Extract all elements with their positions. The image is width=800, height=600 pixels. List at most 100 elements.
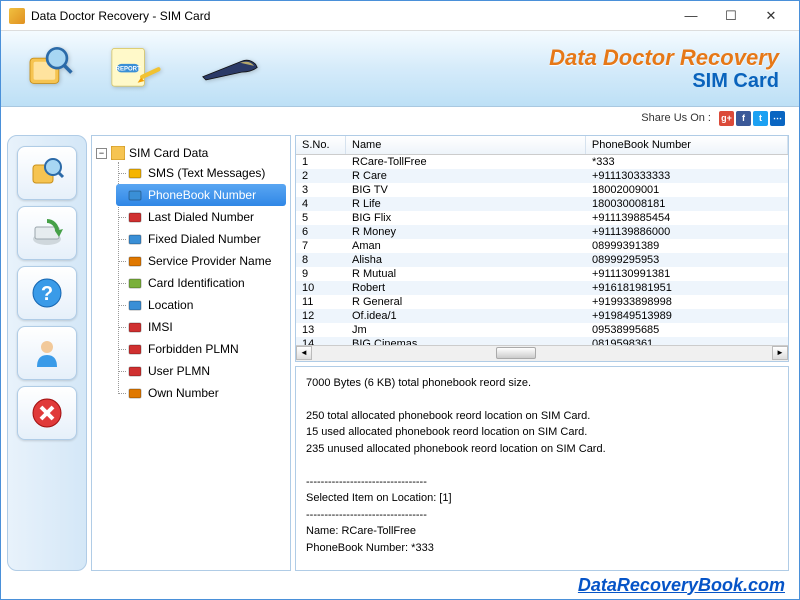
right-panel: S.No. Name PhoneBook Number 1RCare-TollF… (295, 135, 789, 571)
table-row[interactable]: 14BIG Cinemas0819598361 (296, 337, 788, 345)
share-more-icon[interactable]: ⋯ (770, 111, 785, 126)
exit-button[interactable] (17, 386, 77, 440)
tree-item-own-number[interactable]: Own Number (116, 382, 286, 404)
tree-item-icon (128, 210, 142, 224)
cell-sno: 10 (296, 281, 346, 295)
tree-item-icon (128, 276, 142, 290)
save-button[interactable] (17, 206, 77, 260)
banner-title: Data Doctor Recovery (549, 45, 779, 70)
scroll-left-icon[interactable]: ◄ (296, 346, 312, 360)
window-title: Data Doctor Recovery - SIM Card (31, 9, 671, 23)
share-googleplus-icon[interactable]: g+ (719, 111, 734, 126)
table-row[interactable]: 9R Mutual+911130991381 (296, 267, 788, 281)
tree-item-label: Fixed Dialed Number (148, 232, 261, 246)
tree-item-icon (128, 386, 142, 400)
cell-name: R Life (346, 197, 586, 211)
cell-name: BIG Flix (346, 211, 586, 225)
footer-link[interactable]: DataRecoveryBook.com (578, 575, 785, 596)
cell-name: R Money (346, 225, 586, 239)
cell-sno: 3 (296, 183, 346, 197)
table-row[interactable]: 12Of.idea/1+919849513989 (296, 309, 788, 323)
details-pane[interactable]: 7000 Bytes (6 KB) total phonebook reord … (295, 366, 789, 571)
cell-num: 18002009001 (586, 183, 788, 197)
tree-item-label: Location (148, 298, 193, 312)
share-twitter-icon[interactable]: t (753, 111, 768, 126)
tree-item-icon (128, 342, 142, 356)
scan-sim-button[interactable] (17, 146, 77, 200)
table-row[interactable]: 10Robert+916181981951 (296, 281, 788, 295)
tree-item-last-dialed-number[interactable]: Last Dialed Number (116, 206, 286, 228)
tree-root[interactable]: − SIM Card Data (96, 144, 286, 162)
table-row[interactable]: 7Aman08999391389 (296, 239, 788, 253)
tree-item-fixed-dialed-number[interactable]: Fixed Dialed Number (116, 228, 286, 250)
scroll-right-icon[interactable]: ► (772, 346, 788, 360)
share-facebook-icon[interactable]: f (736, 111, 751, 126)
tree-item-icon (128, 166, 142, 180)
titlebar: Data Doctor Recovery - SIM Card — ☐ ✕ (1, 1, 799, 31)
cell-num: *333 (586, 155, 788, 169)
tree-item-icon (128, 188, 142, 202)
tree-item-icon (128, 232, 142, 246)
col-sno[interactable]: S.No. (296, 136, 346, 154)
table-row[interactable]: 8Alisha08999295953 (296, 253, 788, 267)
app-icon (9, 8, 25, 24)
cell-num: 08999295953 (586, 253, 788, 267)
banner-icons: REPORT (21, 42, 265, 96)
col-number[interactable]: PhoneBook Number (586, 136, 788, 154)
cell-num: +911139885454 (586, 211, 788, 225)
share-label: Share Us On : (641, 112, 711, 124)
app-window: Data Doctor Recovery - SIM Card — ☐ ✕ RE… (0, 0, 800, 600)
cell-name: BIG Cinemas (346, 337, 586, 345)
tree-item-label: User PLMN (148, 364, 210, 378)
tree-panel: − SIM Card Data SMS (Text Messages) Phone… (91, 135, 291, 571)
tree-item-user-plmn[interactable]: User PLMN (116, 360, 286, 382)
col-name[interactable]: Name (346, 136, 586, 154)
sim-magnifier-icon (21, 42, 75, 96)
tree-item-phonebook-number[interactable]: PhoneBook Number (116, 184, 286, 206)
tree-item-forbidden-plmn[interactable]: Forbidden PLMN (116, 338, 286, 360)
table-row[interactable]: 1RCare-TollFree*333 (296, 155, 788, 169)
tree-item-label: Service Provider Name (148, 254, 271, 268)
cell-name: Of.idea/1 (346, 309, 586, 323)
tree-item-location[interactable]: Location (116, 294, 286, 316)
cell-name: R Mutual (346, 267, 586, 281)
table-row[interactable]: 3BIG TV18002009001 (296, 183, 788, 197)
tree-item-label: IMSI (148, 320, 173, 334)
cell-num: 09538995685 (586, 323, 788, 337)
content: ? − SIM Card Data SMS (Text Messages) Pho… (1, 129, 799, 571)
table-row[interactable]: 11R General+919933898998 (296, 295, 788, 309)
help-button[interactable]: ? (17, 266, 77, 320)
tree-item-imsi[interactable]: IMSI (116, 316, 286, 338)
cell-sno: 11 (296, 295, 346, 309)
banner-subtitle: SIM Card (549, 71, 779, 91)
tree-item-sms-text-messages-[interactable]: SMS (Text Messages) (116, 162, 286, 184)
table-row[interactable]: 6R Money+911139886000 (296, 225, 788, 239)
table-row[interactable]: 2R Care+911130333333 (296, 169, 788, 183)
cell-num: +919933898998 (586, 295, 788, 309)
scroll-thumb[interactable] (496, 347, 536, 359)
minimize-button[interactable]: — (671, 4, 711, 28)
horizontal-scrollbar[interactable]: ◄ ► (296, 345, 788, 361)
cell-sno: 7 (296, 239, 346, 253)
about-button[interactable] (17, 326, 77, 380)
table-row[interactable]: 5BIG Flix+911139885454 (296, 211, 788, 225)
pen-icon (195, 49, 265, 89)
cell-name: Alisha (346, 253, 586, 267)
sidebar: ? (7, 135, 87, 571)
table-row[interactable]: 4R Life180030008181 (296, 197, 788, 211)
tree-item-card-identification[interactable]: Card Identification (116, 272, 286, 294)
cell-num: +911130991381 (586, 267, 788, 281)
table-body[interactable]: 1RCare-TollFree*3332R Care+9111303333333… (296, 155, 788, 345)
tree-item-label: PhoneBook Number (148, 188, 256, 202)
tree-item-label: Own Number (148, 386, 219, 400)
tree-collapse-icon[interactable]: − (96, 148, 107, 159)
cell-name: R General (346, 295, 586, 309)
cell-sno: 14 (296, 337, 346, 345)
close-button[interactable]: ✕ (751, 4, 791, 28)
table-row[interactable]: 13Jm09538995685 (296, 323, 788, 337)
cell-num: +911139886000 (586, 225, 788, 239)
maximize-button[interactable]: ☐ (711, 4, 751, 28)
cell-name: Robert (346, 281, 586, 295)
cell-sno: 2 (296, 169, 346, 183)
tree-item-service-provider-name[interactable]: Service Provider Name (116, 250, 286, 272)
